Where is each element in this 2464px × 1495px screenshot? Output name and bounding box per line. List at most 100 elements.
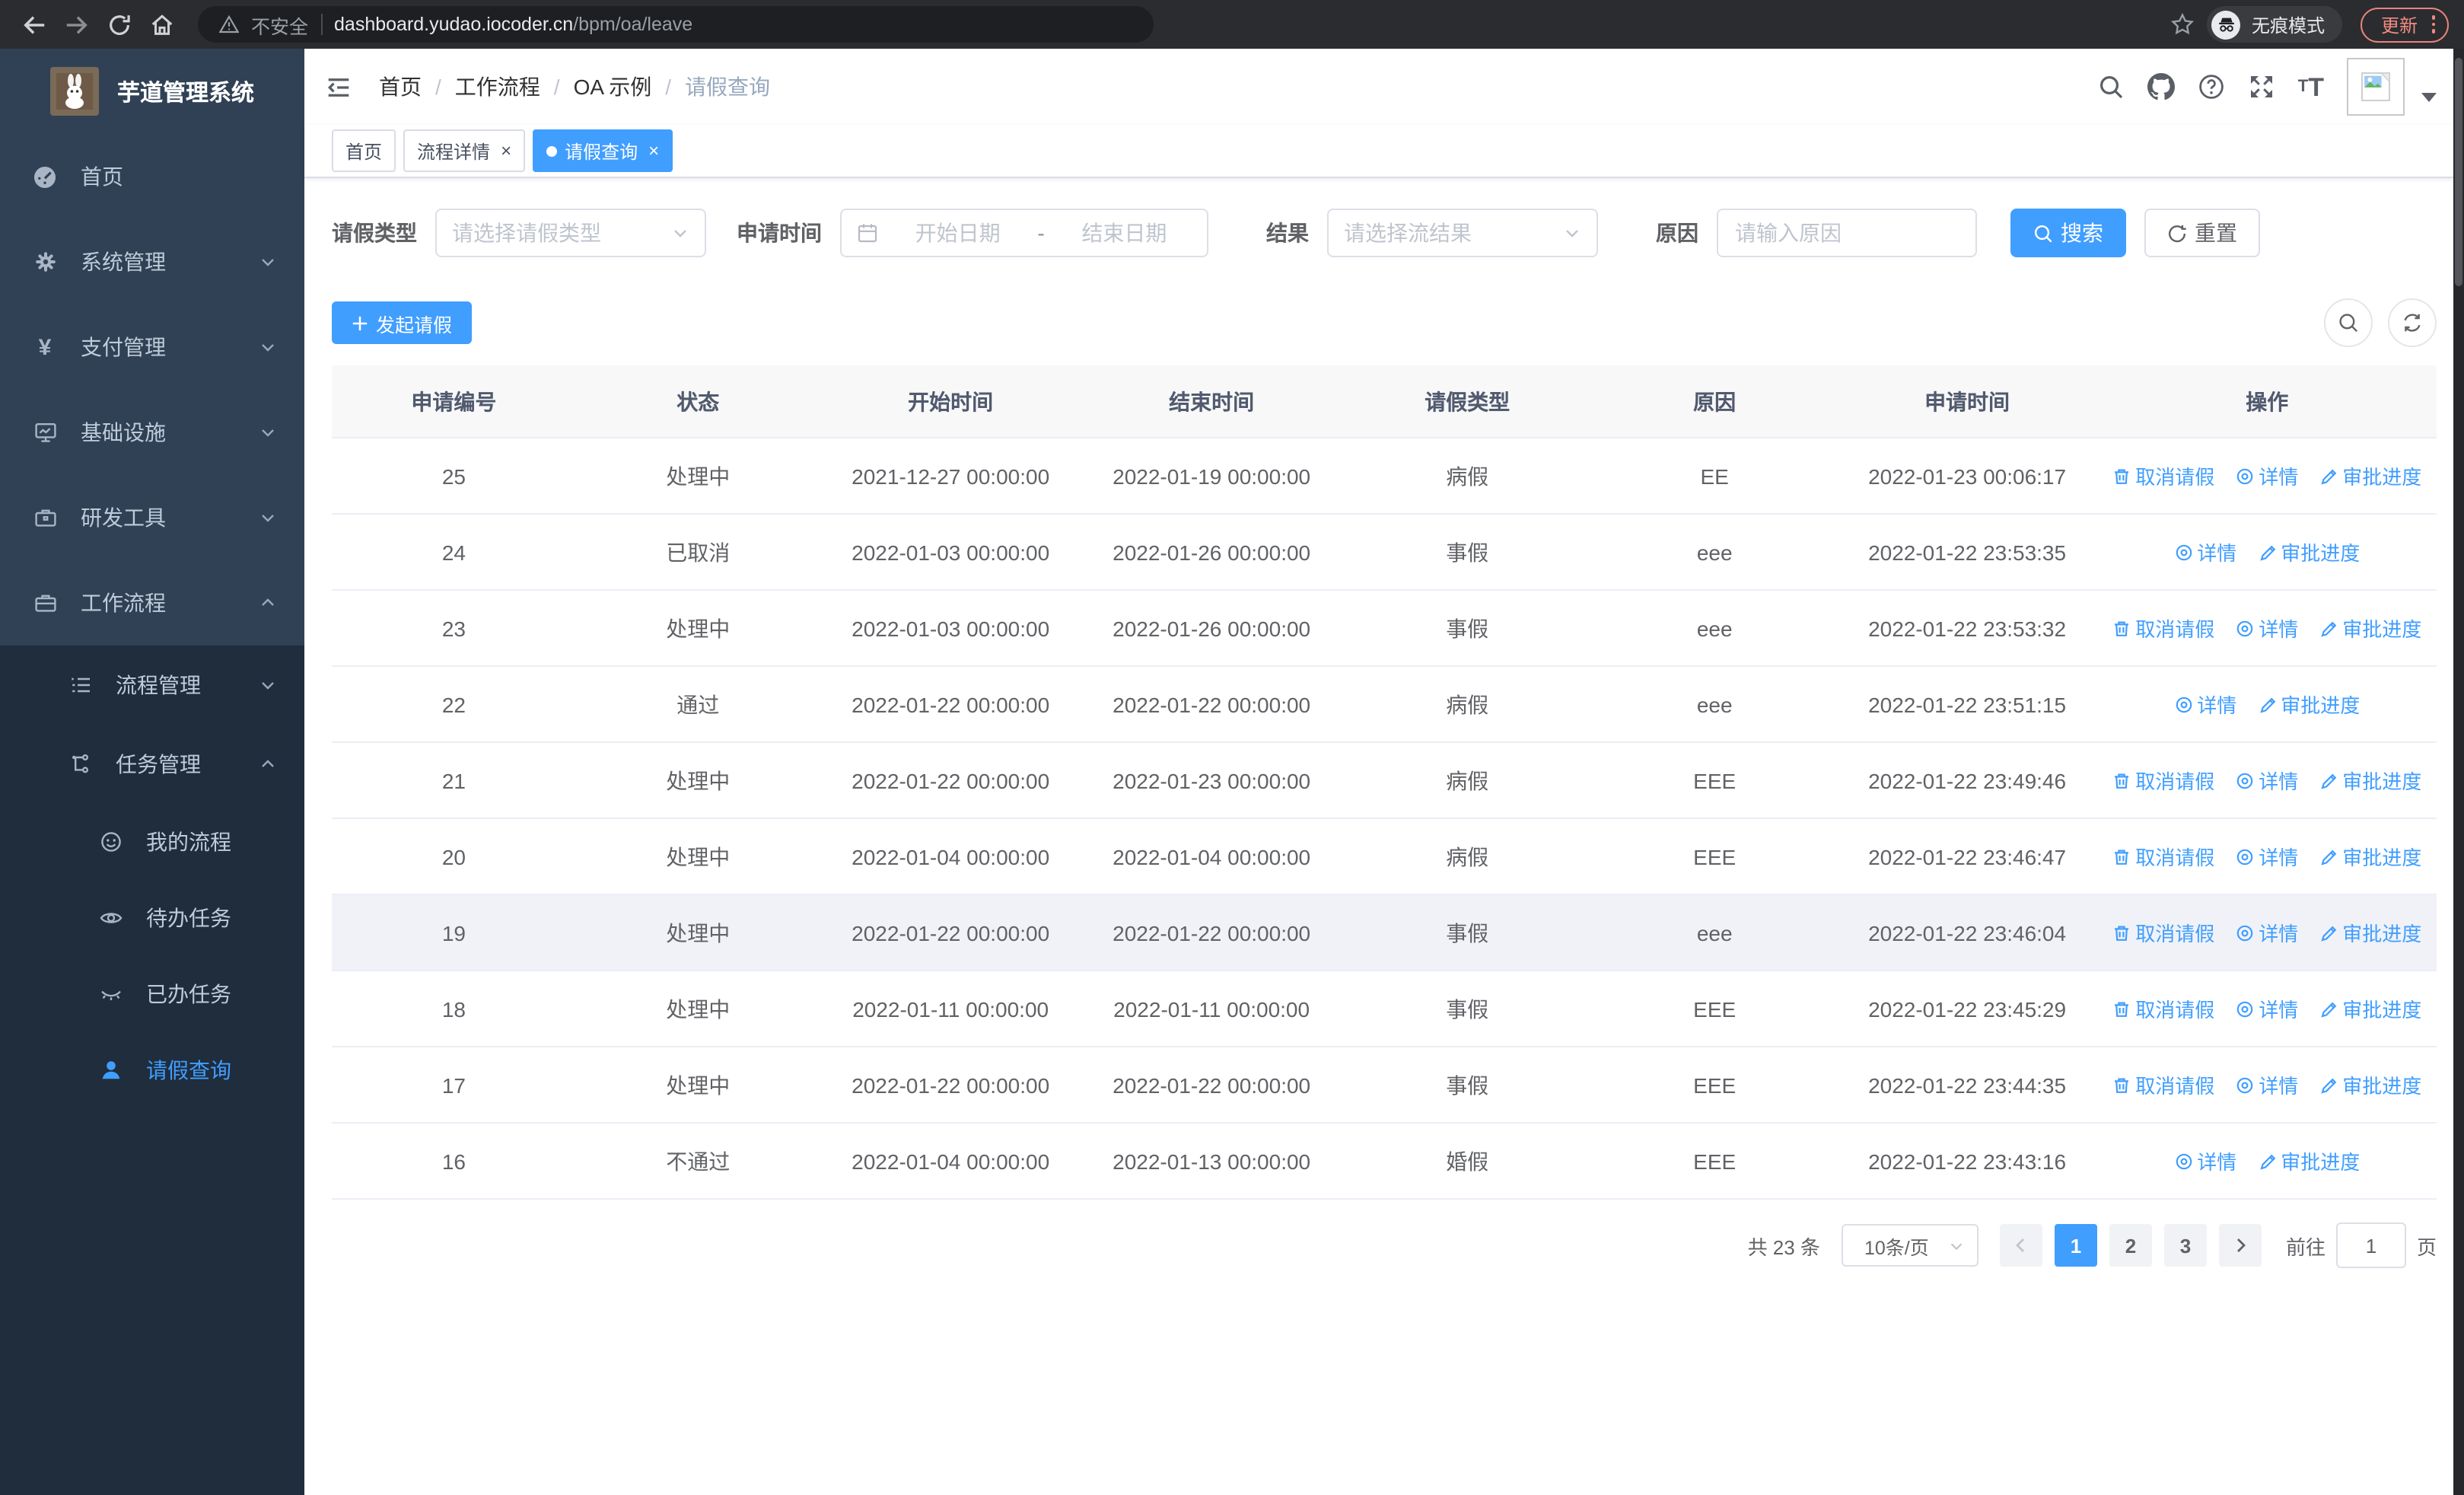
next-page-button[interactable] [2218,1224,2262,1267]
tab-home[interactable]: 首页 [332,129,396,172]
row-action-progress[interactable]: 审批进度 [2319,1070,2421,1099]
refresh-table-button[interactable] [2388,298,2437,347]
view-icon [2236,771,2254,789]
row-action-detail[interactable]: 详情 [2174,1146,2236,1175]
logo-image [50,67,99,116]
search-icon[interactable] [2097,73,2125,100]
row-action-cancel[interactable]: 取消请假 [2112,918,2214,947]
forward-icon[interactable] [58,6,94,43]
row-action-progress[interactable]: 审批进度 [2319,614,2421,642]
address-bar[interactable]: 不安全 dashboard.yudao.iocoder.cn/bpm/oa/le… [198,6,1154,43]
row-action-progress[interactable]: 审批进度 [2258,537,2360,566]
table-row: 16 不通过 2022-01-04 00:00:00 2022-01-13 00… [332,1123,2437,1200]
close-icon[interactable]: × [648,142,659,160]
fullscreen-icon[interactable] [2248,73,2275,100]
create-leave-button[interactable]: 发起请假 [332,301,473,344]
page-button-2[interactable]: 2 [2109,1224,2152,1267]
tab-leave-query[interactable]: 请假查询 × [533,129,673,172]
tags-view-bar: 首页 流程详情 × 请假查询 × [304,125,2464,178]
row-action-detail[interactable]: 详情 [2236,766,2298,795]
cell-start: 2021-12-27 00:00:00 [820,438,1081,515]
apply-time-range-picker[interactable]: 开始日期 - 结束日期 [840,209,1208,257]
row-action-cancel[interactable]: 取消请假 [2112,1070,2214,1099]
row-action-progress[interactable]: 审批进度 [2319,766,2421,795]
edit-icon [2319,847,2338,865]
page-size-select[interactable]: 10条/页 [1841,1224,1979,1267]
row-action-progress[interactable]: 审批进度 [2258,1146,2360,1175]
sidebar-item-payment[interactable]: ¥ 支付管理 [0,304,304,390]
sidebar-item-system[interactable]: 系统管理 [0,219,304,304]
leave-type-select[interactable]: 请选择请假类型 [435,209,706,257]
home-icon[interactable] [143,6,180,43]
show-search-toggle-button[interactable] [2324,298,2373,347]
sidebar-item-label: 研发工具 [81,505,166,530]
row-action-detail[interactable]: 详情 [2174,690,2236,719]
page-button-3[interactable]: 3 [2163,1224,2207,1267]
sidebar-item-done-tasks[interactable]: 已办任务 [0,956,304,1032]
reset-button[interactable]: 重置 [2144,209,2260,257]
sidebar-item-infra[interactable]: 基础设施 [0,390,304,475]
cell-apply-time: 2022-01-22 23:43:16 [1836,1123,2098,1200]
cell-reason: eee [1592,514,1837,591]
row-action-progress[interactable]: 审批进度 [2319,994,2421,1023]
logo-row[interactable]: 芋道管理系统 [0,49,304,134]
sidebar-item-task-mgmt[interactable]: 任务管理 [0,725,304,804]
reload-icon[interactable] [100,6,137,43]
breadcrumb: 首页 / 工作流程 / OA 示例 / 请假查询 [379,72,770,102]
browser-toolbar: 不安全 dashboard.yudao.iocoder.cn/bpm/oa/le… [0,0,2464,49]
tab-process-detail[interactable]: 流程详情 × [403,129,526,172]
bookmark-star-icon[interactable] [2165,6,2201,43]
delete-icon [2112,923,2131,942]
back-icon[interactable] [15,6,52,43]
sidebar-item-devtools[interactable]: 研发工具 [0,475,304,560]
row-action-cancel[interactable]: 取消请假 [2112,842,2214,871]
close-icon[interactable]: × [501,142,511,160]
prev-page-button[interactable] [1999,1224,2042,1267]
breadcrumb-item-home[interactable]: 首页 [379,72,422,102]
page-button-1[interactable]: 1 [2054,1224,2097,1267]
row-action-progress[interactable]: 审批进度 [2319,918,2421,947]
row-action-detail[interactable]: 详情 [2236,1070,2298,1099]
row-action-detail[interactable]: 详情 [2236,614,2298,642]
cell-end: 2022-01-22 00:00:00 [1081,894,1342,971]
scrollbar[interactable] [2453,49,2464,1495]
row-action-cancel[interactable]: 取消请假 [2112,614,2214,642]
avatar[interactable] [2347,58,2405,116]
sidebar-collapse-icon[interactable] [324,72,353,101]
breadcrumb-item-workflow[interactable]: 工作流程 [455,72,540,102]
chevron-down-icon [259,253,277,271]
font-size-icon[interactable]: TT [2298,74,2324,100]
row-action-detail[interactable]: 详情 [2236,994,2298,1023]
update-button[interactable]: 更新 [2361,7,2449,42]
sidebar-item-todo-tasks[interactable]: 待办任务 [0,880,304,956]
row-action-progress[interactable]: 审批进度 [2258,690,2360,719]
row-action-detail[interactable]: 详情 [2236,842,2298,871]
sidebar-item-leave-query[interactable]: 请假查询 [0,1032,304,1108]
browser-menu-icon[interactable] [2431,15,2435,33]
result-select[interactable]: 请选择流结果 [1327,209,1598,257]
row-action-cancel[interactable]: 取消请假 [2112,461,2214,490]
row-action-cancel[interactable]: 取消请假 [2112,994,2214,1023]
row-action-detail[interactable]: 详情 [2174,537,2236,566]
row-action-progress[interactable]: 审批进度 [2319,461,2421,490]
face-icon [97,830,123,854]
row-action-detail[interactable]: 详情 [2236,918,2298,947]
reason-input[interactable] [1717,209,1977,257]
sidebar-item-my-process[interactable]: 我的流程 [0,804,304,880]
row-action-progress[interactable]: 审批进度 [2319,842,2421,871]
delete-icon [2112,771,2131,789]
goto-page-input[interactable] [2335,1222,2406,1268]
sidebar-menu: 首页 系统管理 ¥ 支付管理 基础设施 研发工具 工作流程 流程管理 任务管理 … [0,134,304,1495]
sidebar-item-process-mgmt[interactable]: 流程管理 [0,645,304,725]
github-icon[interactable] [2147,73,2175,100]
scrollbar-thumb[interactable] [2455,58,2462,286]
avatar-caret-icon[interactable] [2421,93,2437,102]
sidebar-item-workflow[interactable]: 工作流程 [0,560,304,645]
breadcrumb-item-oa[interactable]: OA 示例 [574,72,652,102]
search-button[interactable]: 搜索 [2010,209,2126,257]
row-action-detail[interactable]: 详情 [2236,461,2298,490]
row-action-cancel[interactable]: 取消请假 [2112,766,2214,795]
help-icon[interactable] [2198,73,2225,100]
chevron-down-icon [259,423,277,441]
sidebar-item-home[interactable]: 首页 [0,134,304,219]
